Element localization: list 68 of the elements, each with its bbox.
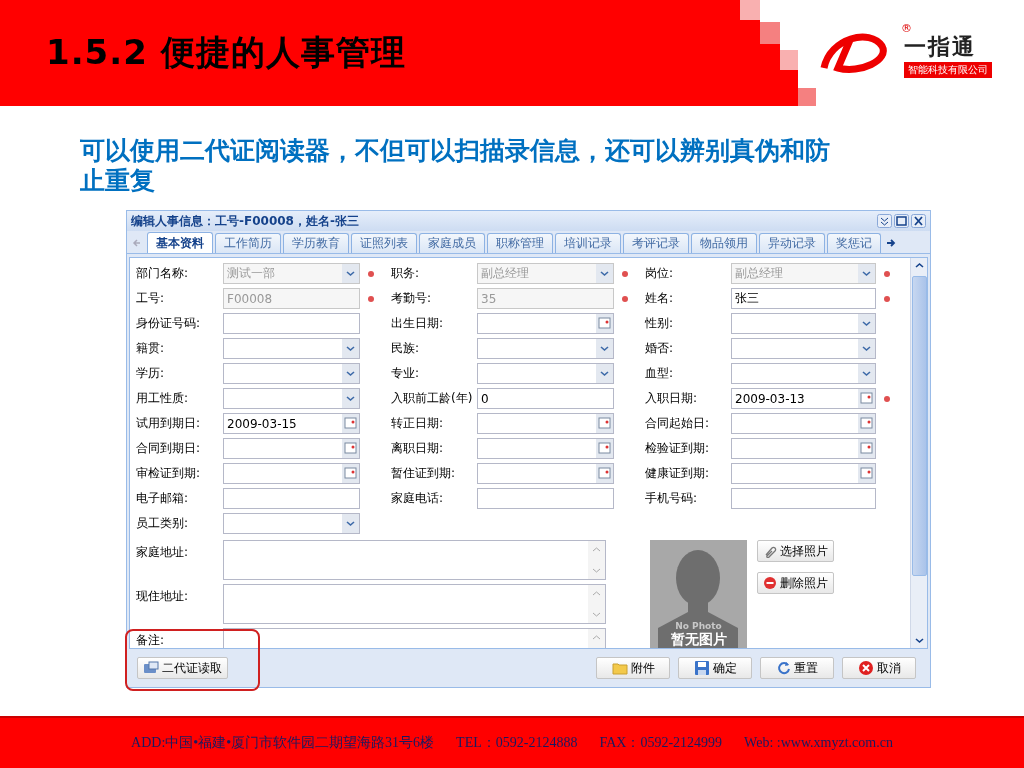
field-label: 试用到期日:	[136, 415, 202, 432]
tab[interactable]: 职称管理	[487, 233, 553, 253]
field-label: 手机号码:	[645, 490, 699, 507]
field-label: 检验证到期:	[645, 440, 711, 457]
field-label: 婚否:	[645, 340, 675, 357]
field-label: 员工类别:	[136, 515, 190, 532]
field-label: 籍贯:	[136, 340, 166, 357]
photo-button[interactable]: 删除照片	[757, 572, 834, 594]
action-button[interactable]: 取消	[842, 657, 916, 679]
slide-description: 可以使用二代证阅读器，不但可以扫描录信息，还可以辨别真伪和防止重复	[80, 136, 831, 196]
tab[interactable]: 证照列表	[351, 233, 417, 253]
tab[interactable]: 工作简历	[215, 233, 281, 253]
action-button[interactable]: 重置	[760, 657, 834, 679]
footer-text: TEL：0592-2124888	[456, 734, 578, 752]
field-label: 备注:	[136, 632, 166, 648]
footer-text: Web: :www.xmyzt.com.cn	[744, 735, 893, 751]
field-label: 姓名:	[645, 290, 675, 307]
id-card-read-button[interactable]: 二代证读取	[137, 657, 228, 679]
registered-mark: ®	[901, 22, 912, 35]
date-field[interactable]: 2009-03-13	[731, 388, 876, 409]
field-label: 性别:	[645, 315, 675, 332]
tab[interactable]: 奖惩记	[827, 233, 881, 253]
field-label: 审检证到期:	[136, 465, 202, 482]
footer-text: ADD:中国•福建•厦门市软件园二期望海路31号6楼	[131, 734, 435, 752]
date-field[interactable]: 2009-03-15	[223, 413, 360, 434]
tab[interactable]: 学历教育	[283, 233, 349, 253]
tab[interactable]: 考评记录	[623, 233, 689, 253]
field-label: 用工性质:	[136, 390, 190, 407]
field-label: 民族:	[391, 340, 421, 357]
field-label: 家庭电话:	[391, 490, 445, 507]
logo-subtitle: 智能科技有限公司	[904, 62, 992, 78]
tab[interactable]: 家庭成员	[419, 233, 485, 253]
slide-title: 1.5.2 便捷的人事管理	[46, 31, 406, 74]
field-label: 考勤号:	[391, 290, 433, 307]
photo-button[interactable]: 选择照片	[757, 540, 834, 562]
field-label: 现住地址:	[136, 588, 190, 605]
field-label: 专业:	[391, 365, 421, 382]
tab[interactable]: 基本资料	[147, 232, 213, 253]
field-label: 学历:	[136, 365, 166, 382]
field-label: 电子邮箱:	[136, 490, 190, 507]
field-label: 入职前工龄(年)	[391, 390, 474, 407]
field-label: 转正日期:	[391, 415, 445, 432]
field-label: 暂住证到期:	[391, 465, 457, 482]
tab[interactable]: 培训记录	[555, 233, 621, 253]
photo-caption: 暂无图片	[670, 631, 727, 648]
footer-text: FAX：0592-2124999	[599, 734, 723, 752]
field-label: 血型:	[645, 365, 675, 382]
field-label: 入职日期:	[645, 390, 699, 407]
action-button[interactable]: 确定	[678, 657, 752, 679]
field-label: 职务:	[391, 265, 421, 282]
field-label: 离职日期:	[391, 440, 445, 457]
logo-name: 一指通	[904, 33, 976, 61]
field-label: 工号:	[136, 290, 166, 307]
field-label: 合同起始日:	[645, 415, 711, 432]
field-label: 岗位:	[645, 265, 675, 282]
field-label: 出生日期:	[391, 315, 445, 332]
input-field[interactable]: 0	[477, 388, 614, 409]
field-label: 健康证到期:	[645, 465, 711, 482]
window-title: 编辑人事信息：工号-F00008，姓名-张三	[131, 212, 359, 230]
tab[interactable]: 物品领用	[691, 233, 757, 253]
photo-caption: No Photo	[675, 621, 722, 631]
field-label: 家庭地址:	[136, 544, 190, 561]
action-button[interactable]: 附件	[596, 657, 670, 679]
field-label: 身份证号码:	[136, 315, 202, 332]
field-label: 部门名称:	[136, 265, 190, 282]
tab[interactable]: 异动记录	[759, 233, 825, 253]
input-field[interactable]: 张三	[731, 288, 876, 309]
field-label: 合同到期日:	[136, 440, 202, 457]
